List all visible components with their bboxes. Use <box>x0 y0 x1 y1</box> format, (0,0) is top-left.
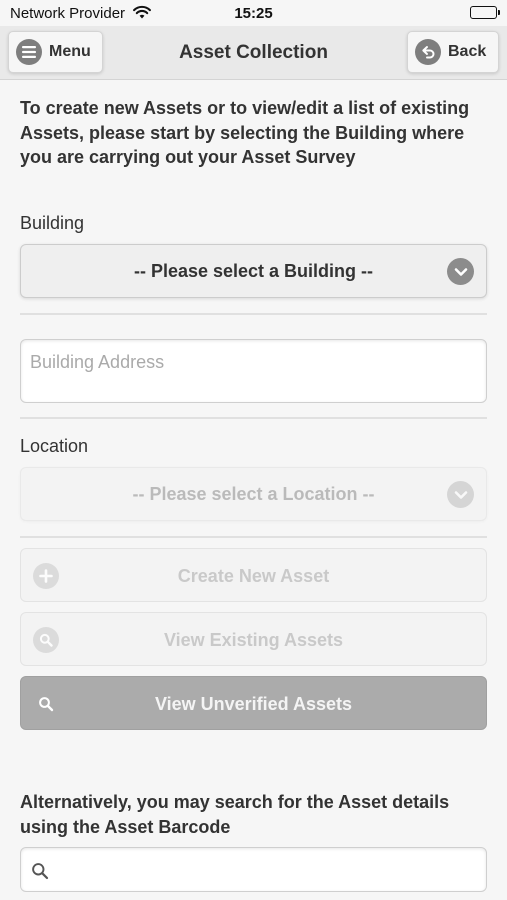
building-label: Building <box>20 213 85 233</box>
divider <box>20 536 487 538</box>
intro-section: To create new Assets or to view/edit a l… <box>20 96 487 170</box>
building-address-placeholder: Building Address <box>30 352 165 372</box>
chevron-down-icon <box>447 258 474 285</box>
top-toolbar: Menu Asset Collection Back <box>0 26 507 80</box>
back-arrow-icon <box>415 39 441 65</box>
barcode-prompt: Alternatively, you may search for the As… <box>20 792 450 837</box>
view-unverified-assets-label: View Unverified Assets <box>154 694 353 714</box>
back-button[interactable]: Back <box>407 31 499 73</box>
divider <box>20 417 487 419</box>
building-address-field[interactable]: Building Address <box>20 339 487 403</box>
location-select[interactable]: -- Please select a Location -- <box>20 467 487 521</box>
search-icon <box>31 862 49 885</box>
view-unverified-assets-button[interactable]: View Unverified Assets <box>20 676 487 730</box>
chevron-down-icon <box>447 481 474 508</box>
intro-text: To create new Assets or to view/edit a l… <box>20 98 470 167</box>
battery-full-icon <box>470 6 500 19</box>
back-button-label: Back <box>448 43 487 60</box>
status-bar: Network Provider 15:25 <box>0 0 507 26</box>
barcode-search-input[interactable] <box>57 856 477 884</box>
barcode-search-field[interactable] <box>20 847 487 892</box>
view-existing-assets-label: View Existing Assets <box>163 630 344 650</box>
view-existing-assets-button[interactable]: View Existing Assets <box>20 612 487 666</box>
location-label: Location <box>20 436 89 456</box>
building-select-value: -- Please select a Building -- <box>133 261 374 281</box>
create-new-asset-button[interactable]: Create New Asset <box>20 548 487 602</box>
location-select-value: -- Please select a Location -- <box>132 484 375 504</box>
clock: 15:25 <box>234 5 273 22</box>
create-new-asset-label: Create New Asset <box>177 566 330 586</box>
building-select[interactable]: -- Please select a Building -- <box>20 244 487 298</box>
divider <box>20 313 487 315</box>
